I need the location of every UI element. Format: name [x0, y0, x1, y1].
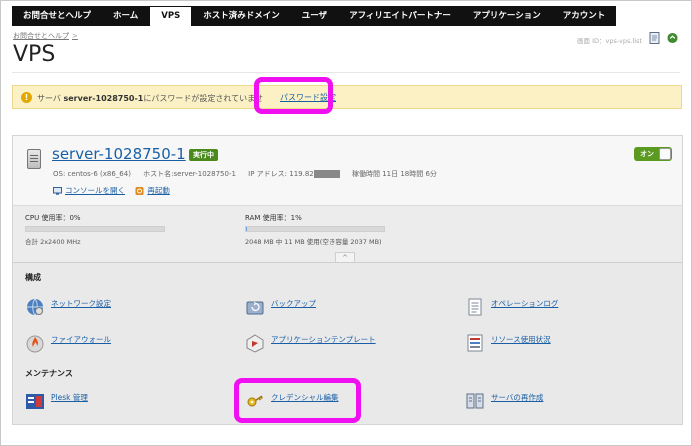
tab-home[interactable]: ホーム — [102, 6, 149, 26]
tab-users[interactable]: ユーザ — [291, 6, 338, 26]
tab-affiliate[interactable]: アフィリエイトパートナー — [338, 6, 462, 26]
log-document-icon — [468, 298, 482, 316]
alert-message: サーバ server-1028750-1にパスワードが設定されていませ — [37, 93, 263, 104]
resource-usage-item[interactable]: リソース使用状況 — [465, 333, 551, 353]
server-header: server-1028750-1 実行中 オン OS: centos-6 (x8… — [13, 136, 682, 206]
network-globe-icon — [27, 298, 43, 316]
top-nav: お問合せとヘルプ ホーム VPS ホスト済みドメイン ユーザ アフィリエイトパー… — [12, 6, 617, 26]
app-template-item[interactable]: アプリケーションテンプレート — [245, 333, 376, 353]
cpu-total: 合計 2x2400 MHz — [25, 238, 81, 246]
alert-suffix: にパスワードが設定されていませ — [143, 94, 263, 103]
plesk-admin-item[interactable]: Plesk 管理 — [25, 391, 88, 411]
tab-hosted-domains[interactable]: ホスト済みドメイン — [192, 6, 291, 26]
server-uptime: 稼働時間 11日 18時間 6分 — [351, 170, 437, 178]
page-title: VPS — [13, 42, 56, 67]
highlight-box-credential — [234, 378, 361, 423]
app-template-icon — [246, 334, 264, 353]
plesk-admin-label: Plesk 管理 — [51, 393, 88, 402]
toggle-knob — [659, 148, 671, 160]
cpu-label: CPU 使用率：0% — [25, 214, 81, 222]
server-recreate-icon — [466, 393, 484, 409]
page-id-label: 画面 ID：vps-vps.list — [577, 37, 642, 45]
highlight-box-password — [254, 77, 333, 114]
power-toggle[interactable]: オン — [634, 147, 672, 161]
firewall-label: ファイアウォール — [51, 335, 111, 344]
network-settings-label: ネットワーク設定 — [51, 299, 111, 308]
breadcrumb-separator: > — [72, 32, 78, 40]
server-meta: OS: centos-6 (x86_64) ホスト名:server-102875… — [53, 169, 437, 179]
tab-vps[interactable]: VPS — [149, 6, 193, 26]
ram-label: RAM 使用率：1% — [245, 214, 302, 222]
resource-usage-icon — [467, 334, 483, 352]
server-ip: IP アドレス: 119.82 — [248, 170, 314, 178]
plesk-icon — [26, 394, 44, 409]
section-config: 構成 — [25, 273, 41, 282]
status-badge: 実行中 — [189, 149, 218, 161]
help-icon[interactable] — [667, 32, 678, 44]
password-alert: ! サーバ server-1028750-1にパスワードが設定されていませ パス… — [12, 85, 682, 109]
tab-applications[interactable]: アプリケーション — [462, 6, 552, 26]
open-console-link[interactable]: コンソールを開く — [65, 186, 125, 195]
resource-usage-label: リソース使用状況 — [491, 335, 551, 344]
server-actions: コンソールを開く 再起動 — [53, 185, 178, 196]
warning-icon: ! — [21, 92, 32, 103]
cpu-usage: CPU 使用率：0% 合計 2x2400 MHz — [25, 213, 165, 246]
tab-account[interactable]: アカウント — [552, 6, 617, 26]
ip-redaction — [313, 170, 340, 178]
breadcrumb: お問合せとヘルプ > — [13, 31, 78, 41]
operation-log-label: オペレーションログ — [491, 299, 559, 308]
ram-bar-fill — [246, 227, 248, 231]
ram-usage: RAM 使用率：1% 2048 MB 中 11 MB 使用(空き容量 2037 … — [245, 213, 385, 246]
title-divider — [12, 72, 680, 73]
operation-log-item[interactable]: オペレーションログ — [465, 297, 558, 317]
reboot-icon — [135, 187, 144, 195]
alert-prefix: サーバ — [37, 94, 61, 103]
app-template-label: アプリケーションテンプレート — [271, 335, 376, 344]
server-hostname: ホスト名:server-1028750-1 — [143, 170, 236, 178]
reboot-link[interactable]: 再起動 — [147, 186, 170, 195]
section-maintenance: メンテナンス — [25, 369, 73, 378]
power-toggle-label: オン — [640, 150, 654, 158]
backup-item[interactable]: バックアップ — [245, 297, 316, 317]
network-settings-item[interactable]: ネットワーク設定 — [25, 297, 111, 317]
server-icon — [27, 149, 41, 169]
ram-total: 2048 MB 中 11 MB 使用(空き容量 2037 MB) — [245, 238, 382, 246]
alert-server-name: server-1028750-1 — [63, 94, 144, 103]
backup-label: バックアップ — [271, 299, 316, 308]
server-name-link[interactable]: server-1028750-1 — [52, 145, 186, 163]
breadcrumb-link[interactable]: お問合せとヘルプ — [13, 32, 69, 40]
tab-help[interactable]: お問合せとヘルプ — [12, 6, 102, 26]
server-recreate-label: サーバの再作成 — [491, 393, 544, 402]
ram-bar — [245, 226, 385, 232]
backup-icon — [246, 301, 264, 315]
server-recreate-item[interactable]: サーバの再作成 — [465, 391, 543, 411]
console-icon — [53, 187, 62, 195]
firewall-item[interactable]: ファイアウォール — [25, 333, 111, 353]
document-icon[interactable] — [649, 32, 660, 44]
server-os: OS: centos-6 (x86_64) — [53, 170, 131, 178]
cpu-bar — [25, 226, 165, 232]
firewall-icon — [26, 335, 44, 353]
